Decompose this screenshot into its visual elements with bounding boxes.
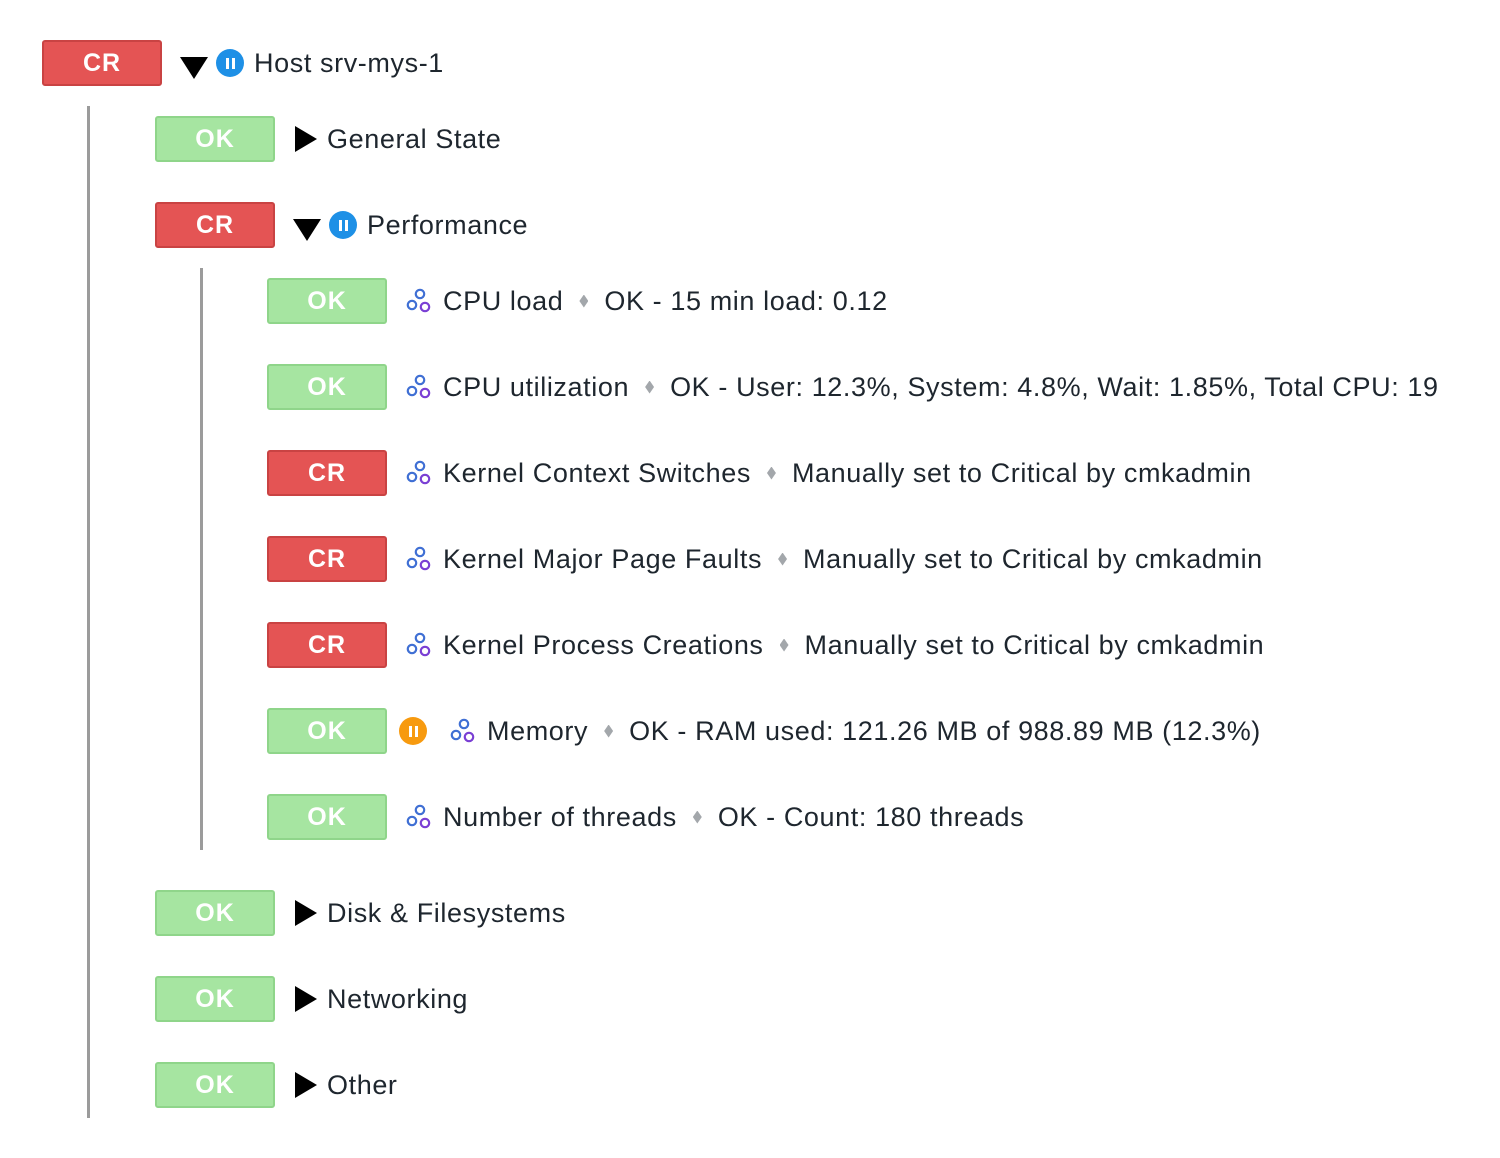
triangle-right-icon[interactable]	[295, 126, 317, 152]
triangle-down-icon[interactable]	[293, 219, 321, 241]
service-name[interactable]: Kernel Major Page Faults	[443, 544, 762, 575]
gears-icon[interactable]	[403, 458, 433, 488]
separator-diamond	[779, 638, 789, 652]
separator-diamond	[692, 810, 702, 824]
group-row-performance: CR Performance	[155, 202, 528, 248]
service-row-cpu-load: OK CPU load OK - 15 min load: 0.12	[267, 278, 888, 324]
group-state-badge[interactable]: OK	[155, 116, 275, 162]
tree-line-performance	[200, 268, 203, 850]
service-name[interactable]: Kernel Context Switches	[443, 458, 751, 489]
group-state-badge[interactable]: OK	[155, 1062, 275, 1108]
group-row-other: OK Other	[155, 1062, 398, 1108]
service-row-number-of-threads: OK Number of threads OK - Count: 180 thr…	[267, 794, 1024, 840]
pause-icon[interactable]	[216, 49, 244, 77]
service-name[interactable]: Number of threads	[443, 802, 677, 833]
service-output: Manually set to Critical by cmkadmin	[804, 629, 1265, 660]
gears-icon[interactable]	[403, 630, 433, 660]
service-output: Manually set to Critical by cmkadmin	[791, 457, 1252, 488]
service-state-badge[interactable]: CR	[267, 622, 387, 668]
service-state-badge[interactable]: OK	[267, 708, 387, 754]
service-name[interactable]: CPU utilization	[443, 372, 629, 403]
gears-icon[interactable]	[447, 716, 477, 746]
group-label[interactable]: Disk & Filesystems	[327, 898, 566, 929]
separator-diamond	[645, 380, 655, 394]
gears-icon[interactable]	[403, 286, 433, 316]
service-name[interactable]: CPU load	[443, 286, 563, 317]
service-row-cpu-utilization: OK CPU utilization OK - User: 12.3%, Sys…	[267, 364, 1439, 410]
triangle-right-icon[interactable]	[295, 900, 317, 926]
host-row: CR Host srv-mys-1	[42, 40, 444, 86]
group-row-disk-filesystems: OK Disk & Filesystems	[155, 890, 566, 936]
service-output: Manually set to Critical by cmkadmin	[803, 543, 1263, 574]
service-row-kernel-process-creations: CR Kernel Process Creations Manually set…	[267, 622, 1264, 668]
separator-diamond	[579, 294, 589, 308]
service-row-kernel-major-page-faults: CR Kernel Major Page Faults Manually set…	[267, 536, 1263, 582]
service-output: OK - Count: 180 threads	[717, 801, 1025, 832]
service-name[interactable]: Memory	[487, 716, 588, 747]
gears-icon[interactable]	[403, 802, 433, 832]
group-label[interactable]: Networking	[327, 984, 468, 1015]
separator-diamond	[604, 724, 614, 738]
pause-icon[interactable]	[399, 717, 427, 745]
group-label[interactable]: Other	[327, 1070, 398, 1101]
group-label[interactable]: Performance	[367, 210, 528, 241]
group-state-badge[interactable]: OK	[155, 976, 275, 1022]
service-name[interactable]: Kernel Process Creations	[443, 630, 764, 661]
service-output: OK - User: 12.3%, System: 4.8%, Wait: 1.…	[670, 371, 1439, 402]
triangle-right-icon[interactable]	[295, 1072, 317, 1098]
service-state-badge[interactable]: OK	[267, 794, 387, 840]
host-state-badge[interactable]: CR	[42, 40, 162, 86]
pause-icon[interactable]	[329, 211, 357, 239]
triangle-down-icon[interactable]	[180, 57, 208, 79]
host-label[interactable]: Host srv-mys-1	[254, 48, 444, 79]
tree-line-host	[87, 106, 90, 1118]
gears-icon[interactable]	[403, 372, 433, 402]
service-row-memory: OK Memory OK - RAM used: 121.26 MB of 98…	[267, 708, 1261, 754]
service-row-kernel-context-switches: CR Kernel Context Switches Manually set …	[267, 450, 1252, 496]
service-output: OK - RAM used: 121.26 MB of 988.89 MB (1…	[629, 715, 1261, 746]
separator-diamond	[766, 466, 776, 480]
triangle-right-icon[interactable]	[295, 986, 317, 1012]
service-state-badge[interactable]: OK	[267, 278, 387, 324]
gears-icon[interactable]	[403, 544, 433, 574]
separator-diamond	[778, 552, 788, 566]
group-state-badge[interactable]: OK	[155, 890, 275, 936]
group-state-badge[interactable]: CR	[155, 202, 275, 248]
service-state-badge[interactable]: OK	[267, 364, 387, 410]
group-row-networking: OK Networking	[155, 976, 468, 1022]
group-row-general-state: OK General State	[155, 116, 501, 162]
service-output: OK - 15 min load: 0.12	[604, 285, 888, 316]
group-label[interactable]: General State	[327, 124, 501, 155]
service-state-badge[interactable]: CR	[267, 450, 387, 496]
service-state-badge[interactable]: CR	[267, 536, 387, 582]
